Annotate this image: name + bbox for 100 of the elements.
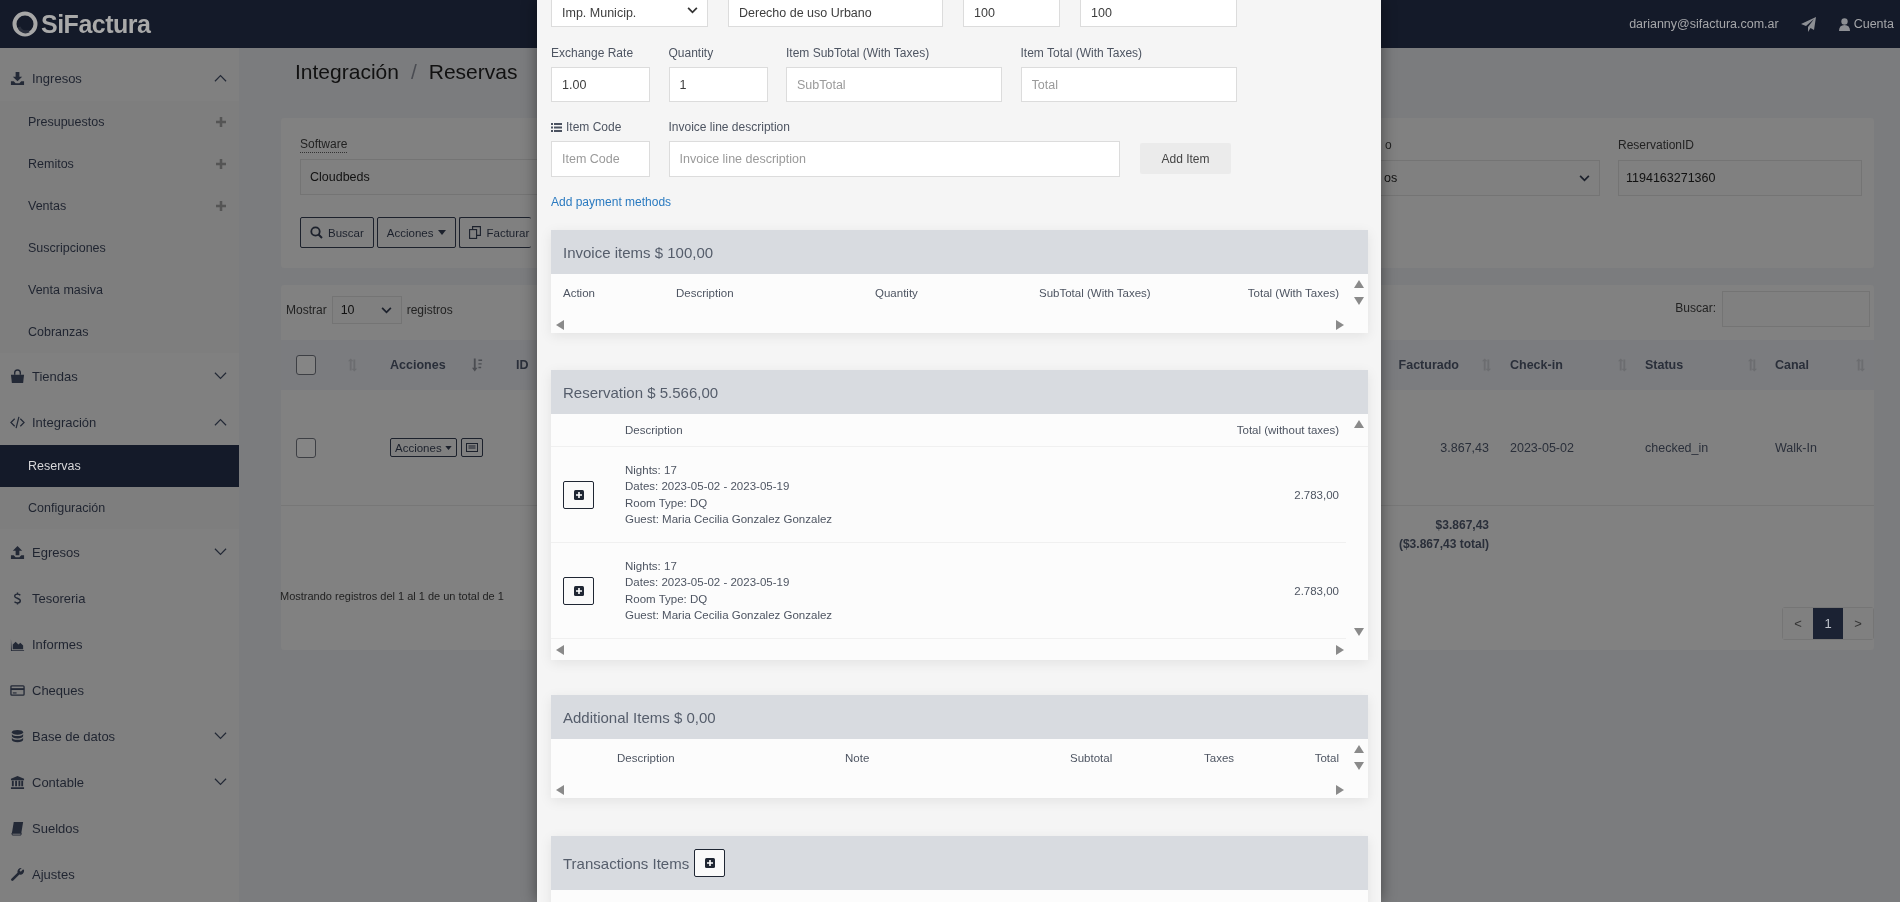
list-icon (465, 443, 478, 452)
sidebar-item[interactable]: Egresos (0, 529, 239, 575)
plus-square-icon (573, 585, 584, 596)
field-label: Exchange Rate (551, 45, 635, 62)
copy-icon (469, 226, 482, 239)
scroll-up-icon[interactable] (1354, 745, 1364, 753)
sidebar-item[interactable]: Ajustes (0, 851, 239, 897)
actions-dropdown-button[interactable]: Acciones (376, 217, 457, 248)
user-icon (1838, 17, 1850, 31)
plus-icon[interactable] (216, 201, 226, 211)
input-field[interactable]: 100 (1080, 0, 1237, 27)
send-icon[interactable] (1800, 16, 1817, 32)
reservation-id-field[interactable]: 1194163271360 (1618, 160, 1862, 196)
scroll-up-icon[interactable] (1354, 280, 1364, 288)
column-header: Action (563, 286, 596, 301)
tax-type-select[interactable]: Imp. Municip. (551, 0, 708, 27)
logo-text: SiFactura (41, 9, 151, 39)
search-label: Buscar: (1675, 300, 1716, 317)
column-header[interactable]: Canal (1775, 358, 1810, 372)
panel-title: Additional Items $ 0,00 (563, 708, 716, 726)
select-all-checkbox[interactable] (296, 355, 316, 375)
user-email[interactable]: darianny@sifactura.com.ar (1629, 17, 1779, 31)
sidebar-item[interactable]: Integración (0, 399, 239, 445)
sidebar-item[interactable]: Tesoreria (0, 575, 239, 621)
column-header: Total (without taxes) (1236, 423, 1339, 438)
input-field[interactable]: Total (1020, 67, 1237, 102)
add-item-button[interactable]: Add Item (1140, 143, 1231, 174)
scroll-right-icon[interactable] (1336, 785, 1344, 795)
chevron-down-icon (1579, 175, 1590, 182)
column-header: Total (With Taxes) (1247, 286, 1339, 301)
field-label: Item Total (With Taxes) (1020, 45, 1144, 62)
sidebar-item[interactable]: Base de datos (0, 713, 239, 759)
sidebar-item[interactable]: Cheques (0, 667, 239, 713)
column-header[interactable]: ID (516, 358, 529, 372)
input-field[interactable]: 1.00 (551, 67, 650, 102)
expand-button[interactable] (563, 480, 594, 509)
column-header[interactable]: Status (1645, 358, 1684, 372)
table-info-text: Mostrando registros del 1 al 1 de un total de 1 (280, 589, 505, 602)
expand-button[interactable] (563, 576, 594, 605)
status-select[interactable]: os (1381, 160, 1600, 196)
table-cell-text: 2023-05-02 (1509, 440, 1575, 455)
code-icon (10, 414, 25, 430)
plus-icon[interactable] (216, 159, 226, 169)
scroll-left-icon[interactable] (556, 320, 564, 330)
breadcrumb-separator: / (410, 59, 417, 85)
table-cell-text: 3.867,43 (1439, 440, 1490, 455)
sidebar-item[interactable]: Contable (0, 759, 239, 805)
sidebar-item[interactable]: Ingresos (0, 55, 239, 101)
input-field[interactable]: Invoice line description (668, 141, 1120, 177)
row-actions-button[interactable]: Acciones (390, 438, 457, 457)
reservation-detail: Guest: Maria Cecilia Gonzalez Gonzalez (625, 512, 834, 527)
scroll-left-icon[interactable] (556, 785, 564, 795)
sidebar-item[interactable]: Sueldos (0, 805, 239, 851)
table-cell-text: Walk-In (1774, 440, 1818, 455)
field-label: Software (300, 136, 348, 153)
column-header[interactable]: Facturado (1398, 358, 1459, 372)
sidebar-item[interactable]: Informes (0, 621, 239, 667)
total-amount: $3.867,43 (1435, 517, 1489, 534)
invoice-button[interactable]: Facturar (459, 217, 532, 248)
sort-icon[interactable] (471, 358, 483, 372)
add-payment-methods-link[interactable]: Add payment methods (551, 194, 672, 210)
scroll-right-icon[interactable] (1336, 645, 1344, 655)
logo-icon (12, 11, 38, 37)
input-field[interactable]: 1 (668, 67, 768, 102)
plus-square-icon (704, 858, 715, 868)
row-checkbox[interactable] (296, 437, 316, 458)
scroll-down-icon[interactable] (1354, 297, 1364, 305)
breadcrumb-link[interactable]: Integración (295, 58, 399, 86)
input-field[interactable]: Derecho de uso Urbano (728, 0, 943, 27)
input-field[interactable]: Item Code (551, 141, 650, 177)
scroll-down-icon[interactable] (1354, 762, 1364, 770)
card-icon (10, 682, 25, 698)
account-menu[interactable]: Cuenta (1838, 17, 1894, 31)
field-label: o (1384, 137, 1392, 154)
panel-title: Reservation $ 5.566,00 (563, 383, 719, 401)
scroll-down-icon[interactable] (1354, 628, 1364, 636)
show-label: Mostrar (286, 302, 327, 319)
panel-title: Transactions Items (563, 854, 690, 872)
search-icon (310, 226, 323, 239)
field-label: Item SubTotal (With Taxes) (786, 45, 931, 62)
column-header: Description (625, 423, 683, 438)
scroll-up-icon[interactable] (1354, 420, 1364, 428)
scroll-left-icon[interactable] (556, 645, 564, 655)
input-field[interactable]: 100 (963, 0, 1060, 27)
field-label-text: Item Code (566, 119, 622, 136)
software-select[interactable]: Cloudbeds (300, 159, 537, 195)
page-button[interactable]: 1 (1813, 608, 1843, 639)
sidebar-item[interactable]: Tiendas (0, 353, 239, 399)
scroll-right-icon[interactable] (1336, 320, 1344, 330)
page-size-select[interactable]: 10 (331, 296, 402, 324)
sidebar-subitem[interactable]: Reservas (0, 445, 239, 487)
column-header[interactable]: Check-in (1510, 358, 1563, 372)
reservation-detail: Guest: Maria Cecilia Gonzalez Gonzalez (625, 608, 834, 623)
details-button[interactable] (460, 438, 483, 457)
column-header[interactable]: Acciones (390, 358, 446, 372)
input-field[interactable]: SubTotal (786, 67, 1002, 102)
chevron-down-icon (687, 7, 698, 14)
search-button[interactable]: Buscar (300, 217, 374, 248)
add-transaction-button[interactable] (694, 849, 726, 877)
plus-icon[interactable] (216, 117, 226, 127)
